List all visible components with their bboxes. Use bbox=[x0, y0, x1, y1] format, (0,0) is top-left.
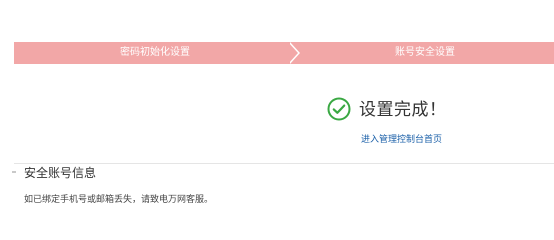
progress-steps: 密码初始化设置 账号安全设置 bbox=[14, 42, 554, 64]
console-home-link[interactable]: 进入管理控制台首页 bbox=[361, 133, 442, 147]
section-title: 安全账号信息 bbox=[24, 166, 97, 180]
step-label: 密码初始化设置 bbox=[120, 47, 190, 58]
support-notice: 如已绑定手机号或邮箱丢失，请致电万网客服。 bbox=[24, 195, 214, 205]
step-password-init: 密码初始化设置 bbox=[14, 42, 296, 64]
check-circle-icon bbox=[327, 97, 351, 121]
section-marker bbox=[12, 171, 16, 173]
step-account-security: 账号安全设置 bbox=[296, 42, 554, 64]
section-divider bbox=[14, 163, 554, 164]
step-label: 账号安全设置 bbox=[395, 47, 455, 58]
step-separator-arrow-fill bbox=[288, 42, 298, 64]
success-title: 设置完成！ bbox=[359, 100, 447, 120]
